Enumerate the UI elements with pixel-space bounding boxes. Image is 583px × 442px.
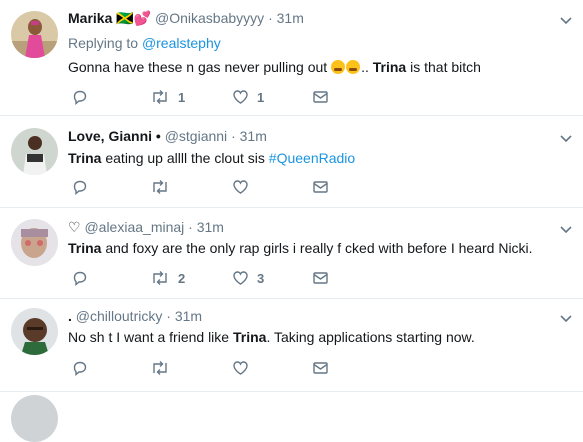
separator: · <box>268 10 273 26</box>
tweet-text: Gonna have these n gas never pulling out… <box>68 59 481 75</box>
message-button[interactable] <box>312 360 329 376</box>
reply-to-handle[interactable]: @realstephy <box>142 35 221 51</box>
tweet-4[interactable]: . @chilloutricky · 31m No sh t I want a … <box>0 298 583 392</box>
avatar[interactable] <box>11 308 58 355</box>
avatar[interactable] <box>11 11 58 58</box>
user-name[interactable]: ♡ <box>68 219 81 235</box>
message-button[interactable] <box>312 270 329 286</box>
heart-icon <box>233 361 248 375</box>
retweet-icon <box>153 180 167 194</box>
user-handle[interactable]: @alexiaa_minaj <box>84 219 184 235</box>
like-button[interactable]: 3 <box>232 270 264 286</box>
like-count: 1 <box>257 89 265 105</box>
envelope-icon <box>313 91 328 103</box>
user-badge: • <box>155 128 161 144</box>
chevron-down-icon[interactable] <box>559 132 573 146</box>
reply-icon <box>73 361 87 376</box>
user-name[interactable]: . <box>68 308 72 324</box>
user-handle[interactable]: @stgianni <box>165 128 227 144</box>
heart-icon <box>233 90 248 104</box>
replying-to: Replying to @realstephy <box>68 35 221 51</box>
highlight-keyword: Trina <box>372 59 407 75</box>
envelope-icon <box>313 181 328 193</box>
tweet-2[interactable]: Love, Gianni • @stgianni · 31m Trina eat… <box>0 115 583 208</box>
reply-button[interactable] <box>72 179 88 195</box>
tweet-header: ♡ @alexiaa_minaj · 31m <box>68 219 224 236</box>
tweet-text-part: Gonna have these n gas never pulling out <box>68 59 332 75</box>
heart-icon <box>233 271 248 285</box>
timestamp[interactable]: 31m <box>240 128 267 144</box>
user-name[interactable]: Love, Gianni <box>68 128 152 144</box>
separator: · <box>231 128 236 144</box>
highlight-keyword: Trina <box>68 150 102 166</box>
chevron-down-icon[interactable] <box>559 223 573 237</box>
tweet-text-part: is that bitch <box>406 59 481 75</box>
timestamp[interactable]: 31m <box>197 219 224 235</box>
tweet-text: Trina and foxy are the only rap girls i … <box>68 240 533 256</box>
tweet-1[interactable]: Marika 🇯🇲💕 @Onikasbabyyyy · 31m Replying… <box>0 0 583 116</box>
tweet-actions: 2 3 <box>72 270 372 290</box>
tweet-actions <box>72 179 372 199</box>
tweet-text-part: No sh t I want a friend like <box>68 329 233 345</box>
reply-button[interactable] <box>72 89 88 105</box>
retweet-count: 2 <box>178 270 186 286</box>
retweet-icon <box>153 271 167 285</box>
separator: · <box>188 219 193 235</box>
reply-button[interactable] <box>72 270 88 286</box>
replying-to-label: Replying to <box>68 35 142 51</box>
timestamp[interactable]: 31m <box>175 308 202 324</box>
message-button[interactable] <box>312 89 329 105</box>
like-count: 3 <box>257 270 265 286</box>
weary-face-emoji-icon <box>346 60 361 74</box>
tweet-text: Trina eating up allll the clout sis #Que… <box>68 150 355 166</box>
retweet-icon <box>153 361 167 375</box>
weary-face-emoji-icon <box>331 60 346 74</box>
user-handle[interactable]: @Onikasbabyyyy <box>155 10 264 26</box>
retweet-button[interactable] <box>150 360 170 376</box>
tweet-text-part: .. <box>361 59 373 75</box>
tweet-actions: 1 1 <box>72 89 372 109</box>
envelope-icon <box>313 272 328 284</box>
timestamp[interactable]: 31m <box>277 10 304 26</box>
chevron-down-icon[interactable] <box>559 312 573 326</box>
reply-icon <box>73 90 87 105</box>
separator: · <box>166 308 171 324</box>
chevron-down-icon[interactable] <box>559 14 573 28</box>
retweet-button[interactable] <box>150 179 170 195</box>
heart-icon <box>233 180 248 194</box>
tweet-3[interactable]: ♡ @alexiaa_minaj · 31m Trina and foxy ar… <box>0 207 583 299</box>
tweet-actions <box>72 360 372 380</box>
hashtag-link[interactable]: #QueenRadio <box>269 150 355 166</box>
highlight-keyword: Trina <box>68 240 102 256</box>
tweet-text-part: . Taking applications starting now. <box>266 329 475 345</box>
like-button[interactable] <box>232 360 249 376</box>
tweet-header: Love, Gianni • @stgianni · 31m <box>68 128 267 144</box>
reply-icon <box>73 271 87 286</box>
tweet-header: Marika 🇯🇲💕 @Onikasbabyyyy · 31m <box>68 10 304 27</box>
avatar[interactable] <box>11 219 58 266</box>
reply-icon <box>73 180 87 195</box>
retweet-count: 1 <box>178 89 186 105</box>
tweet-text-part: eating up allll the clout sis <box>101 150 269 166</box>
tweet-text: No sh t I want a friend like Trina. Taki… <box>68 329 475 345</box>
tweet-header: . @chilloutricky · 31m <box>68 308 202 324</box>
retweet-button[interactable]: 1 <box>150 89 185 105</box>
avatar[interactable] <box>11 128 58 175</box>
like-button[interactable] <box>232 179 249 195</box>
tweet-text-part: and foxy are the only rap girls i really… <box>101 240 533 256</box>
message-button[interactable] <box>312 179 329 195</box>
envelope-icon <box>313 362 328 374</box>
highlight-keyword: Trina <box>232 329 267 345</box>
user-name[interactable]: Marika 🇯🇲💕 <box>68 10 151 26</box>
avatar[interactable] <box>11 395 58 442</box>
reply-button[interactable] <box>72 360 88 376</box>
retweet-icon <box>153 90 167 104</box>
retweet-button[interactable]: 2 <box>150 270 185 286</box>
user-handle[interactable]: @chilloutricky <box>76 308 163 324</box>
like-button[interactable]: 1 <box>232 89 264 105</box>
